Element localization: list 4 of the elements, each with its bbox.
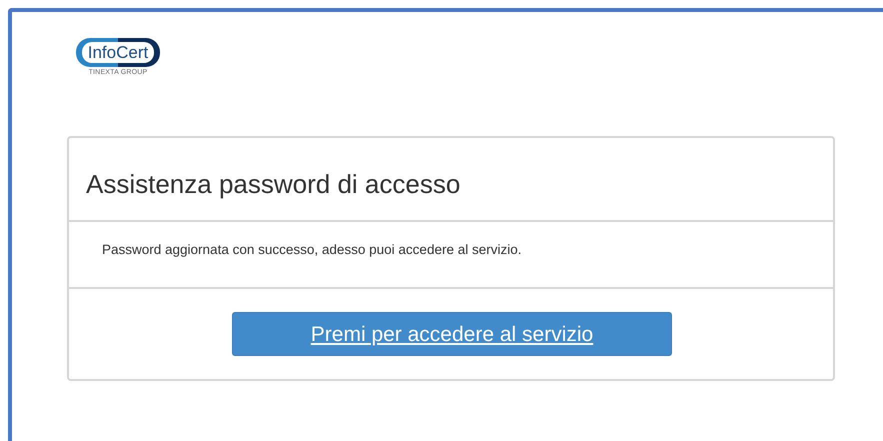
- success-message: Password aggiornata con successo, adesso puoi accedere al servizio.: [102, 242, 522, 257]
- logo-text: InfoCert: [82, 42, 154, 63]
- card-title: Assistenza password di accesso: [86, 169, 460, 200]
- access-service-button[interactable]: Premi per accedere al servizio: [232, 312, 672, 356]
